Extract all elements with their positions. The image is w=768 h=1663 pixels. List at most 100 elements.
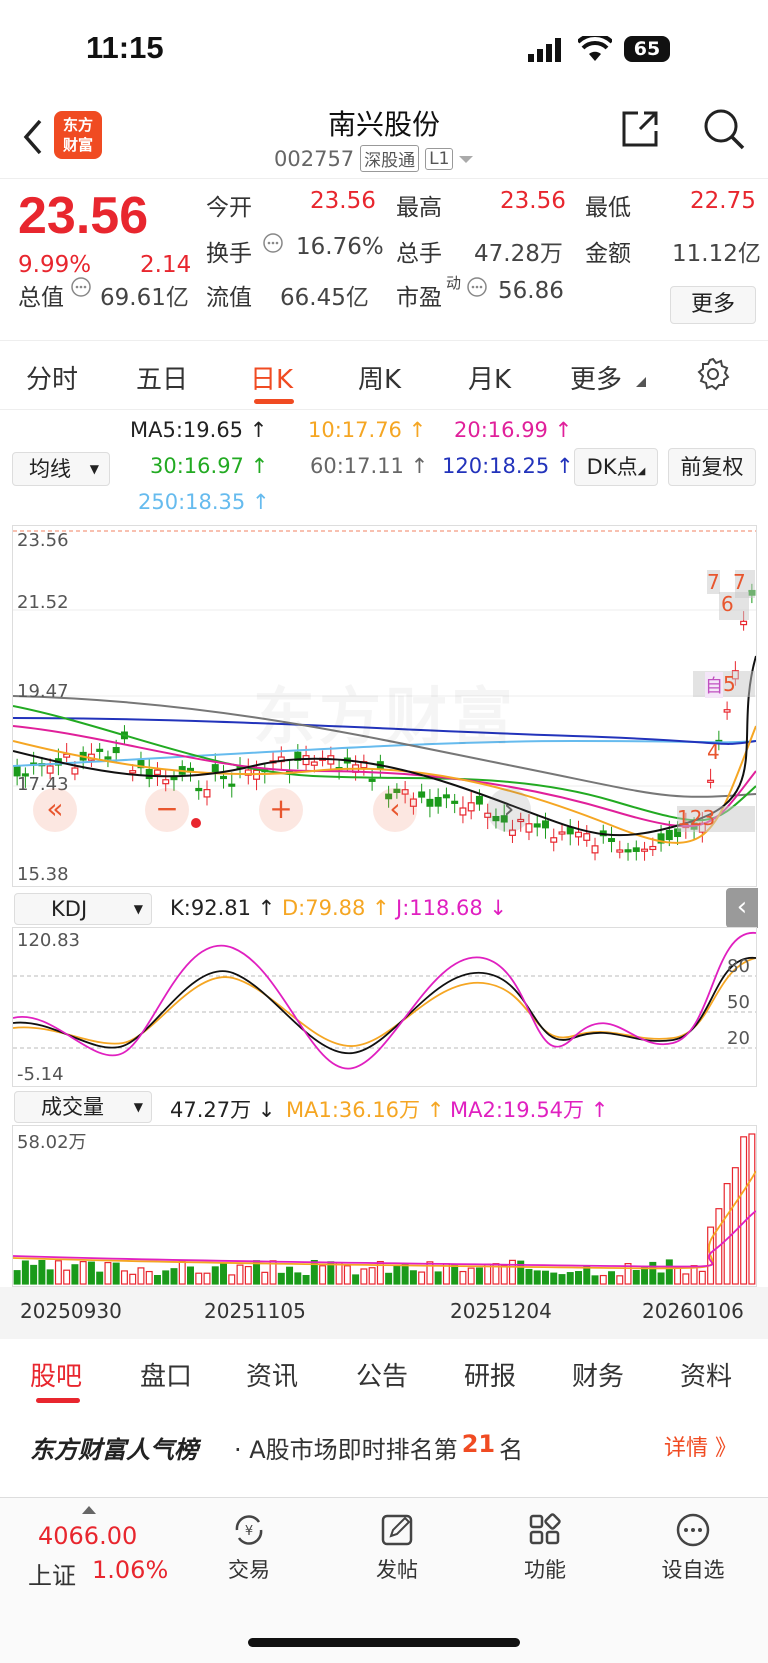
volume-bar [236,1264,244,1285]
kdj-j-label: J:118.68 ↓ [396,896,508,920]
tab-finance[interactable]: 财务 [572,1356,624,1393]
tab-five-day[interactable]: 五日 [136,359,188,396]
candle [302,755,310,766]
kdj-d-line [13,957,756,1047]
signal-marker: 6 [721,592,734,616]
volume-bar [533,1270,541,1285]
volume-bar [616,1275,624,1285]
tab-research[interactable]: 研报 [464,1356,516,1393]
volume-bar [137,1267,145,1285]
candle [71,767,79,775]
volume-ma2-label: MA2:19.54万 ↑ [450,1098,609,1122]
dock-add-watchlist[interactable]: 设自选 [638,1512,748,1584]
candle [550,837,558,843]
candle [211,764,219,773]
signal-marker: 123 [677,806,716,830]
last-price: 23.56 [18,187,149,245]
volume-bar [203,1272,211,1285]
volume-bar [657,1272,665,1285]
volume-bar [641,1266,649,1285]
signal-marker: 5 [723,672,736,696]
indicator-selector-volume[interactable]: 成交量 ▼ [14,1091,152,1123]
collapse-side-button[interactable]: ‹ [726,888,758,928]
tab-guba[interactable]: 股吧 [30,1356,82,1393]
stock-header: 东方 财富 南兴股份 002757 深股通 L1 [0,95,768,179]
volume-bar [104,1261,112,1285]
candle [418,791,426,798]
kdj-chart[interactable]: 120.83 -5.14 80 50 20 [12,927,757,1087]
volume-bar [112,1262,120,1285]
tab-daily-k[interactable]: 日K [250,359,293,396]
volume-bar [13,1270,21,1285]
candle [467,802,475,812]
share-icon[interactable] [618,107,662,151]
candle [533,823,541,828]
tab-profile[interactable]: 资料 [680,1356,732,1393]
more-quote-button[interactable]: 更多 [670,286,756,324]
volume-bar [253,1260,261,1285]
search-icon[interactable] [702,107,746,151]
open-label: 今开 [206,195,252,221]
info-icon[interactable] [466,276,488,298]
volume-bar [96,1271,104,1285]
adjust-button[interactable]: 前复权 [668,448,756,486]
rank-brand: 东方财富人气榜 [30,1436,198,1464]
expand-up-icon[interactable] [82,1506,96,1514]
turnover-value: 16.76% [296,234,384,260]
tab-more[interactable]: 更多 [570,359,622,396]
dk-point-button[interactable]: DK点◢ [574,448,658,486]
scroll-right-button[interactable]: › [487,788,531,832]
kline-chart[interactable]: 东方财富 23.56 21.52 19.47 17.43 15.38 7 7 6… [12,525,757,887]
level-badge: L1 [425,147,454,170]
kdj-level-label: 20 [727,1028,750,1049]
dock-trade[interactable]: ¥ 交易 [194,1512,304,1584]
kdj-d-label: D:79.88 ↑ [282,896,390,920]
rank-detail-link[interactable]: 详情 》 [664,1430,737,1462]
volume-bar [740,1136,748,1285]
volume-bar [352,1274,360,1285]
scroll-left-button[interactable]: ‹ [373,788,417,832]
tab-intraday[interactable]: 分时 [26,359,78,396]
candle [228,783,236,787]
volume-bar [178,1260,186,1285]
ma5-label: MA5:19.65 ↑ [130,418,268,442]
signal-icon [528,38,561,62]
scroll-left-fast-button[interactable]: « [33,788,77,832]
zoom-in-button[interactable]: + [259,788,303,832]
volume-bar [244,1265,252,1285]
settings-icon[interactable] [696,357,730,391]
tab-announcements[interactable]: 公告 [356,1356,408,1393]
volume-ma1-label: MA1:36.16万 ↑ [286,1098,445,1122]
volume-bar [525,1268,533,1285]
tab-weekly-k[interactable]: 周K [358,359,401,396]
volume-bar [21,1260,29,1285]
popularity-rank-banner[interactable]: 东方财富人气榜 · A股市场即时排名第 21 名 详情 》 [0,1406,768,1486]
stock-code-line[interactable]: 002757 深股通 L1 [274,145,474,172]
change-percent: 9.99% [18,252,92,278]
candle [96,748,104,752]
signal-marker: 7 [733,570,746,594]
dock-post[interactable]: 发帖 [342,1512,452,1584]
zoom-out-button[interactable]: − [145,788,189,832]
tab-news[interactable]: 资讯 [246,1356,298,1393]
ma-selector[interactable]: 均线 ▼ [12,452,110,486]
volume-chart[interactable]: 58.02万 [12,1125,757,1287]
info-icon[interactable] [262,232,284,254]
candle [740,620,748,626]
low-value: 22.75 [690,188,756,214]
watermark: 东方财富 [253,666,517,756]
dock-functions[interactable]: 功能 [490,1512,600,1584]
indicator-selector-kdj[interactable]: KDJ ▼ [14,893,152,925]
info-icon[interactable] [70,276,92,298]
volume-y-top: 58.02万 [17,1132,87,1153]
tab-pankou[interactable]: 盘口 [140,1356,192,1393]
candle [459,807,467,816]
caret-down-icon [459,155,474,163]
volume-bar [566,1272,574,1285]
candle [368,778,376,782]
tab-monthly-k[interactable]: 月K [468,359,511,396]
candle [442,794,450,799]
candle [434,796,442,807]
open-value: 23.56 [310,188,376,214]
volume-bar [187,1266,194,1285]
